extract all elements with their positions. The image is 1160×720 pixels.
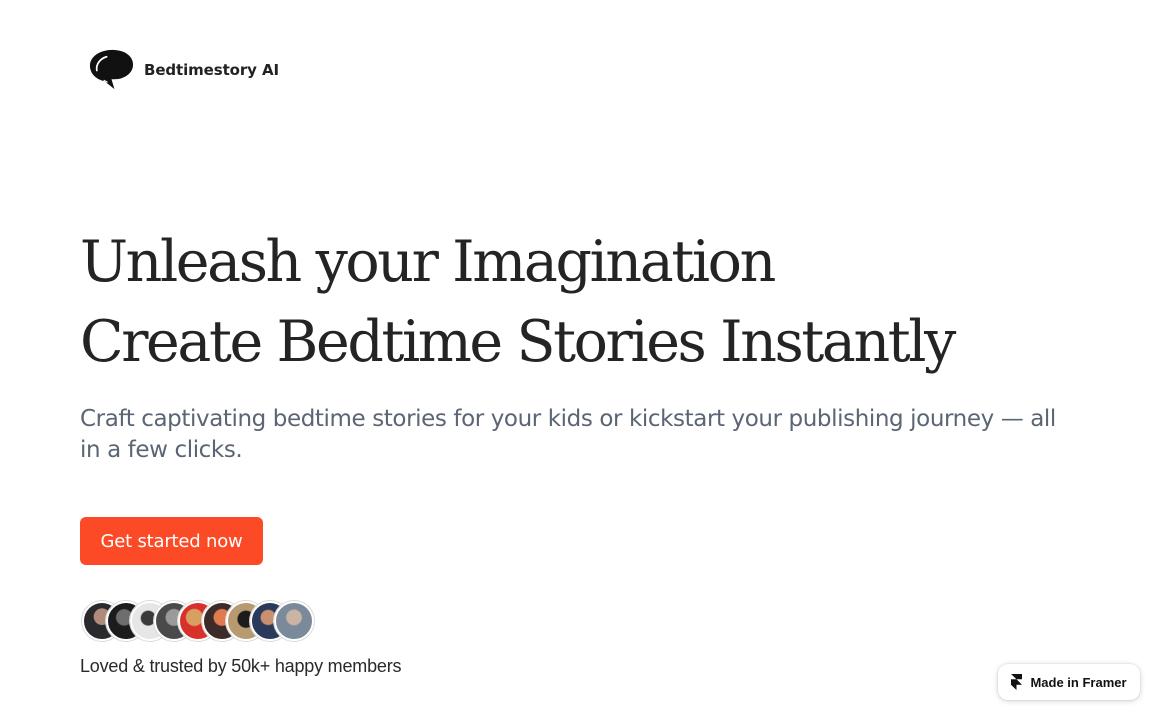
- hero-subtitle: Craft captivating bedtime stories for yo…: [80, 406, 1056, 463]
- hero-title-line-1: Unleash your Imagination: [80, 229, 776, 295]
- hero-title-line-2: Create Bedtime Stories Instantly: [80, 309, 956, 375]
- landing-page: Bedtimestory AI Unleash your Imagination…: [0, 0, 1160, 720]
- brand-link[interactable]: Bedtimestory AI: [88, 46, 279, 93]
- made-in-framer-badge[interactable]: Made in Framer: [998, 664, 1140, 700]
- framer-badge-label: Made in Framer: [1030, 674, 1127, 690]
- brand-name: Bedtimestory AI: [144, 60, 279, 79]
- social-proof-text: Loved & trusted by 50k+ happy members: [80, 656, 402, 676]
- speech-bubble-icon: [89, 49, 134, 90]
- hero-title: Unleash your Imagination Create Bedtime …: [80, 222, 956, 382]
- get-started-button[interactable]: Get started now: [80, 517, 263, 565]
- framer-icon: [1011, 674, 1023, 690]
- avatar: [274, 601, 314, 641]
- member-avatars: [80, 601, 314, 641]
